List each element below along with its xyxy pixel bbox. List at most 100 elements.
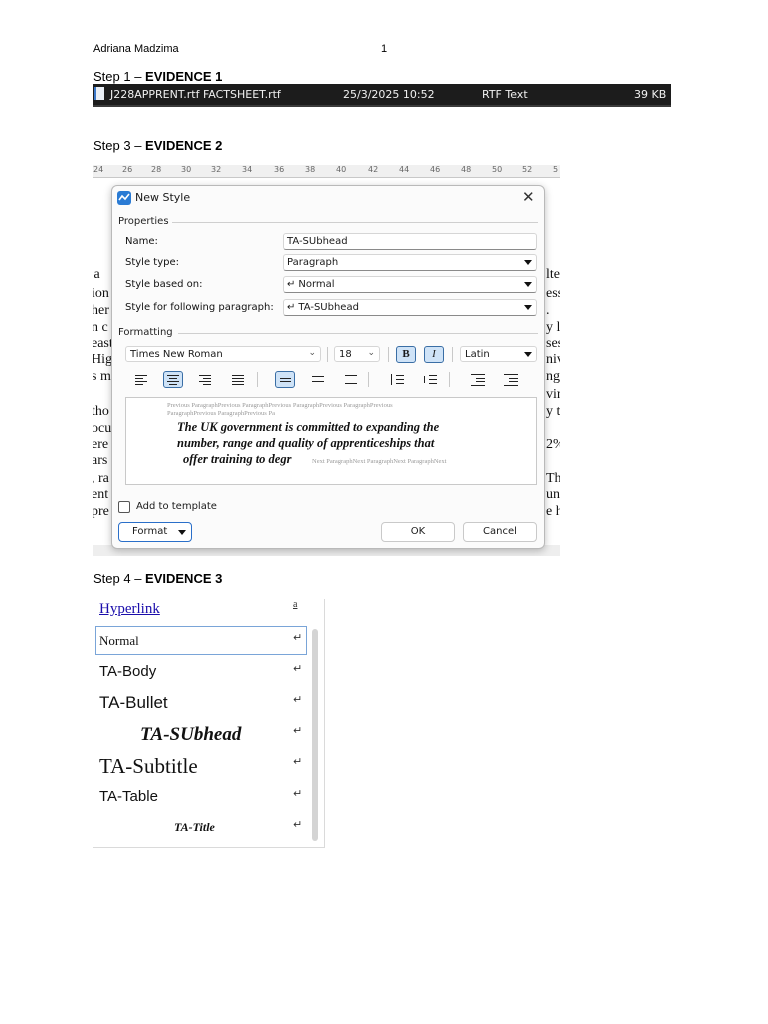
step-3-prefix: Step 3 – [93,138,146,153]
chevron-down-icon: ⌄ [367,348,375,358]
style-item-ta-subtitle[interactable]: TA-Subtitle [99,754,198,779]
script-select[interactable]: Latin [460,346,537,362]
divider [327,347,328,362]
decrease-paragraph-spacing-button[interactable] [420,371,440,388]
style-type-label: Style type: [125,257,180,268]
doc-text-fragment: pre [93,504,109,519]
cancel-button[interactable]: Cancel [463,522,537,542]
style-item-ta-subhead[interactable]: TA-SUbhead [140,724,241,746]
divider [449,372,450,387]
ruler-tick: 5 [553,165,559,174]
style-item-ta-body[interactable]: TA-Body [99,663,156,680]
file-type: RTF Text [482,88,528,101]
doc-text-fragment: The [546,471,560,486]
preview-sample-line: number, range and quality of apprentices… [177,436,435,450]
formatting-group-label: Formatting [118,327,173,338]
doc-text-fragment: 2% [546,437,560,452]
ok-button[interactable]: OK [381,522,455,542]
style-item-ta-table[interactable]: TA-Table [99,788,158,805]
file-name[interactable]: J228APPRENT.rtf FACTSHEET.rtf [110,88,281,101]
increase-indent-button[interactable] [501,371,521,388]
caret-down-icon [524,282,532,287]
ruler-tick: 52 [522,165,533,174]
caret-down-icon [524,305,532,310]
ruler-tick: 46 [430,165,441,174]
style-item-normal[interactable]: Normal [99,633,139,649]
style-item-ta-bullet[interactable]: TA-Bullet [99,693,168,713]
doc-text-fragment: vin [546,387,560,402]
scrollbar[interactable] [312,629,318,841]
doc-text-fragment: e h [546,504,560,519]
paragraph-mark-icon: ↵ [293,787,303,800]
italic-button[interactable]: I [424,346,444,363]
close-icon[interactable]: ✕ [522,188,535,206]
properties-group-label: Properties [118,216,169,227]
author-name: Adriana Madzima [93,43,179,55]
double-spacing-button[interactable] [341,371,361,388]
align-center-button[interactable] [163,371,183,388]
caret-down-icon [178,530,186,535]
step-3-title: EVIDENCE 2 [145,138,223,153]
new-style-dialog: New Style ✕ Properties Name: TA-SUbhead … [111,185,545,549]
step-1-heading: Step 1 – EVIDENCE 1 [93,69,222,84]
ruler-tick: 50 [492,165,503,174]
name-input[interactable]: TA-SUbhead [283,233,537,250]
style-type-select[interactable]: Paragraph [283,254,537,271]
add-to-template-checkbox[interactable] [118,501,130,513]
dialog-title: New Style [135,191,191,204]
doc-text-fragment: ng, [546,369,560,384]
ruler-tick: 40 [336,165,347,174]
paragraph-mark-icon: ↵ [293,693,303,706]
format-button-label: Format [132,526,168,537]
align-justify-button[interactable] [228,371,248,388]
preview-previous-text: ParagraphPrevious ParagraphPrevious Pa [167,410,275,417]
paragraph-return-icon: ↵ [287,279,296,290]
doc-text-fragment: east [93,336,113,351]
name-label: Name: [125,236,158,247]
one-half-spacing-button[interactable] [308,371,328,388]
divider [388,347,389,362]
font-size-value: 18 [339,349,352,360]
divider [368,372,369,387]
align-right-button[interactable] [195,371,215,388]
based-on-label: Style based on: [125,279,203,290]
doc-text-fragment: lte [546,267,560,282]
ruler-tick: 32 [211,165,222,174]
style-preview: Previous ParagraphPrevious ParagraphPrev… [125,397,537,485]
doc-text-fragment: unc [546,487,560,502]
based-on-select[interactable]: ↵ Normal [283,276,537,293]
add-to-template-label: Add to template [136,501,217,512]
following-style-label: Style for following paragraph: [125,302,274,313]
style-item-ta-title[interactable]: TA-Title [174,820,215,835]
divider [257,372,258,387]
ruler-tick: 44 [399,165,410,174]
increase-paragraph-spacing-button[interactable] [387,371,407,388]
font-select[interactable]: Times New Roman ⌄ [125,346,321,362]
bold-button[interactable]: B [396,346,416,363]
doc-text-fragment: y li [546,320,560,335]
ruler-tick: 30 [181,165,192,174]
ruler-tick: 28 [151,165,162,174]
step-4-title: EVIDENCE 3 [145,571,223,586]
doc-text-fragment: ars [93,453,108,468]
align-left-button[interactable] [131,371,151,388]
doc-text-fragment: s m [93,369,111,384]
doc-text-fragment: ent [93,487,109,502]
preview-previous-text: Previous ParagraphPrevious ParagraphPrev… [167,402,393,409]
ruler-tick: 26 [122,165,133,174]
style-item-hyperlink[interactable]: Hyperlink [99,601,160,618]
caret-down-icon [524,352,532,357]
single-spacing-button[interactable] [275,371,295,388]
font-size-select[interactable]: 18 ⌄ [334,346,380,362]
paragraph-mark-icon: ↵ [293,724,303,737]
format-dropdown-button[interactable]: Format [118,522,192,542]
following-style-select[interactable]: ↵ TA-SUbhead [283,299,537,316]
doc-text-fragment: ess [546,286,560,301]
decrease-indent-button[interactable] [468,371,488,388]
page-number: 1 [381,43,388,55]
doc-text-fragment: y th [546,404,560,419]
styles-list-screenshot: Hyperlink a Normal ↵ TA-Body ↵ TA-Bullet… [93,599,325,848]
font-value: Times New Roman [130,349,223,360]
file-explorer-row[interactable]: J228APPRENT.rtf FACTSHEET.rtf 25/3/2025 … [93,84,671,107]
preview-next-text: Next ParagraphNext ParagraphNext Paragra… [312,458,447,465]
